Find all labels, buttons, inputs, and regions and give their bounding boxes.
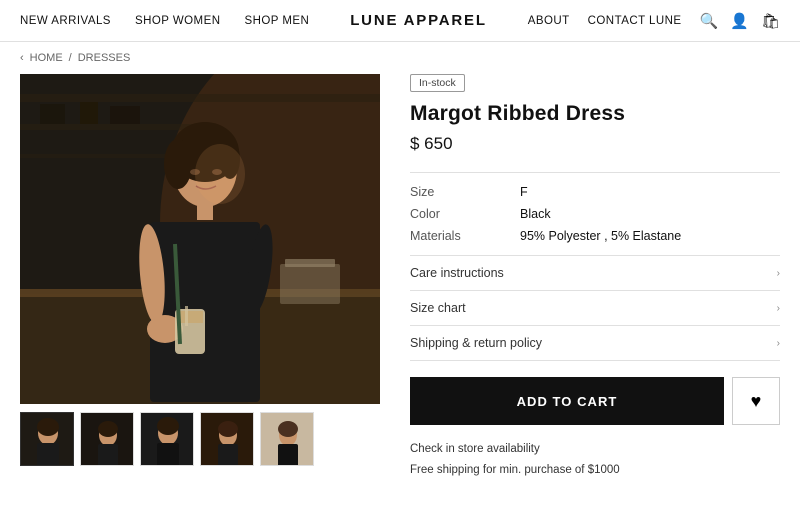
cart-section: ADD TO CART ♥ bbox=[410, 377, 780, 425]
attr-size-value: F bbox=[520, 185, 528, 199]
attr-color-value: Black bbox=[520, 207, 551, 221]
breadcrumb-current: DRESSES bbox=[78, 52, 131, 64]
product-price: $ 650 bbox=[410, 134, 780, 154]
add-to-cart-button[interactable]: ADD TO CART bbox=[410, 377, 724, 425]
thumbnail-4[interactable] bbox=[200, 412, 254, 466]
nav-shop-women[interactable]: SHOP WOMEN bbox=[135, 15, 221, 27]
product-notes: Check in store availability Free shippin… bbox=[410, 439, 780, 480]
site-header: NEW ARRIVALS SHOP WOMEN SHOP MEN LUNE AP… bbox=[0, 0, 800, 42]
header-icons: 🔍 👤 🛍 bbox=[700, 12, 780, 30]
free-shipping-note: Free shipping for min. purchase of $1000 bbox=[410, 460, 780, 481]
thumbnail-3[interactable] bbox=[140, 412, 194, 466]
nav-contact-lune[interactable]: CONTACT LUNE bbox=[588, 15, 682, 27]
attr-size: Size F bbox=[410, 185, 780, 199]
accordion-size-chart[interactable]: Size chart › bbox=[410, 291, 780, 326]
product-details: In-stock Margot Ribbed Dress $ 650 Size … bbox=[410, 74, 780, 480]
thumbnail-5[interactable] bbox=[260, 412, 314, 466]
store-availability-note: Check in store availability bbox=[410, 439, 780, 460]
accordion-size-chart-chevron: › bbox=[777, 303, 780, 314]
attr-color: Color Black bbox=[410, 207, 780, 221]
accordion-section: Care instructions › Size chart › Shippin… bbox=[410, 255, 780, 361]
search-icon[interactable]: 🔍 bbox=[700, 12, 719, 30]
cart-icon[interactable]: 🛍 bbox=[761, 12, 780, 30]
nav-new-arrivals[interactable]: NEW ARRIVALS bbox=[20, 15, 111, 27]
breadcrumb-separator: / bbox=[69, 52, 72, 64]
image-section bbox=[20, 74, 380, 480]
attr-materials-value: 95% Polyester , 5% Elastane bbox=[520, 229, 681, 243]
nav-about[interactable]: ABOUT bbox=[528, 15, 570, 27]
thumbnail-2[interactable] bbox=[80, 412, 134, 466]
product-main-image bbox=[20, 74, 380, 404]
header-right: ABOUT CONTACT LUNE 🔍 👤 🛍 bbox=[528, 12, 780, 30]
thumbnail-1[interactable] bbox=[20, 412, 74, 466]
attr-size-label: Size bbox=[410, 185, 520, 199]
accordion-shipping-chevron: › bbox=[777, 338, 780, 349]
accordion-care[interactable]: Care instructions › bbox=[410, 256, 780, 291]
accordion-shipping-label: Shipping & return policy bbox=[410, 336, 542, 350]
in-stock-badge: In-stock bbox=[410, 74, 465, 92]
accordion-shipping[interactable]: Shipping & return policy › bbox=[410, 326, 780, 361]
breadcrumb: ‹ HOME / DRESSES bbox=[0, 42, 800, 74]
nav-shop-men[interactable]: SHOP MEN bbox=[245, 15, 310, 27]
attr-color-label: Color bbox=[410, 207, 520, 221]
accordion-care-label: Care instructions bbox=[410, 266, 504, 280]
thumbnails-row bbox=[20, 412, 380, 466]
product-image-svg bbox=[20, 74, 380, 404]
accordion-care-chevron: › bbox=[777, 268, 780, 279]
product-attributes: Size F Color Black Materials 95% Polyest… bbox=[410, 172, 780, 243]
accordion-size-chart-label: Size chart bbox=[410, 301, 466, 315]
product-name: Margot Ribbed Dress bbox=[410, 102, 780, 126]
back-chevron[interactable]: ‹ bbox=[20, 52, 24, 64]
account-icon[interactable]: 👤 bbox=[730, 12, 749, 30]
breadcrumb-home[interactable]: HOME bbox=[30, 52, 63, 64]
main-content: In-stock Margot Ribbed Dress $ 650 Size … bbox=[0, 74, 800, 480]
wishlist-button[interactable]: ♥ bbox=[732, 377, 780, 425]
attr-materials-label: Materials bbox=[410, 229, 520, 243]
nav-left: NEW ARRIVALS SHOP WOMEN SHOP MEN bbox=[20, 15, 309, 27]
heart-icon: ♥ bbox=[751, 391, 762, 412]
attr-materials: Materials 95% Polyester , 5% Elastane bbox=[410, 229, 780, 243]
site-logo[interactable]: LUNE APPAREL bbox=[350, 12, 487, 29]
